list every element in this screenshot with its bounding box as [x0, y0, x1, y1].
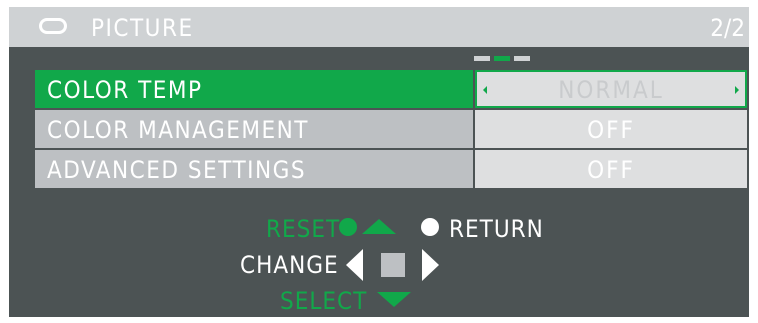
setting-row-color-management[interactable]: COLOR MANAGEMENT OFF — [35, 110, 747, 148]
down-arrow-icon — [377, 292, 411, 307]
select-hint-label: SELECT — [280, 287, 368, 315]
page-dot-2 — [494, 56, 510, 61]
reset-hint-label: RESET — [266, 215, 341, 243]
setting-row-color-temp[interactable]: COLOR TEMP NORMAL — [35, 70, 747, 108]
enter-square-icon — [381, 253, 405, 277]
green-button-icon — [339, 218, 357, 236]
setting-row-advanced-settings[interactable]: ADVANCED SETTINGS OFF — [35, 150, 747, 188]
setting-label: ADVANCED SETTINGS — [35, 150, 473, 188]
setting-value-selector[interactable]: NORMAL — [475, 70, 747, 108]
page-dot-1 — [474, 56, 490, 61]
left-arrow-icon[interactable] — [483, 86, 487, 94]
right-arrow-icon[interactable] — [735, 86, 739, 94]
white-button-icon — [421, 218, 439, 236]
picture-icon — [39, 18, 67, 34]
setting-value: OFF — [475, 150, 747, 188]
left-arrow-icon — [346, 249, 363, 281]
right-arrow-icon — [422, 249, 439, 281]
page-dot-3 — [514, 56, 530, 61]
setting-value: NORMAL — [558, 76, 664, 104]
page-indicator: 2/2 — [710, 14, 745, 42]
return-hint-label: RETURN — [449, 215, 544, 243]
setting-label: COLOR MANAGEMENT — [35, 110, 473, 148]
change-hint-label: CHANGE — [240, 251, 339, 279]
up-arrow-icon — [362, 219, 396, 234]
setting-value: OFF — [475, 110, 747, 148]
menu-title: PICTURE — [91, 14, 194, 42]
osd-menu: PICTURE 2/2 COLOR TEMP NORMAL COLOR MANA… — [9, 7, 749, 317]
title-bar: PICTURE 2/2 — [9, 7, 749, 47]
setting-label: COLOR TEMP — [35, 70, 473, 108]
